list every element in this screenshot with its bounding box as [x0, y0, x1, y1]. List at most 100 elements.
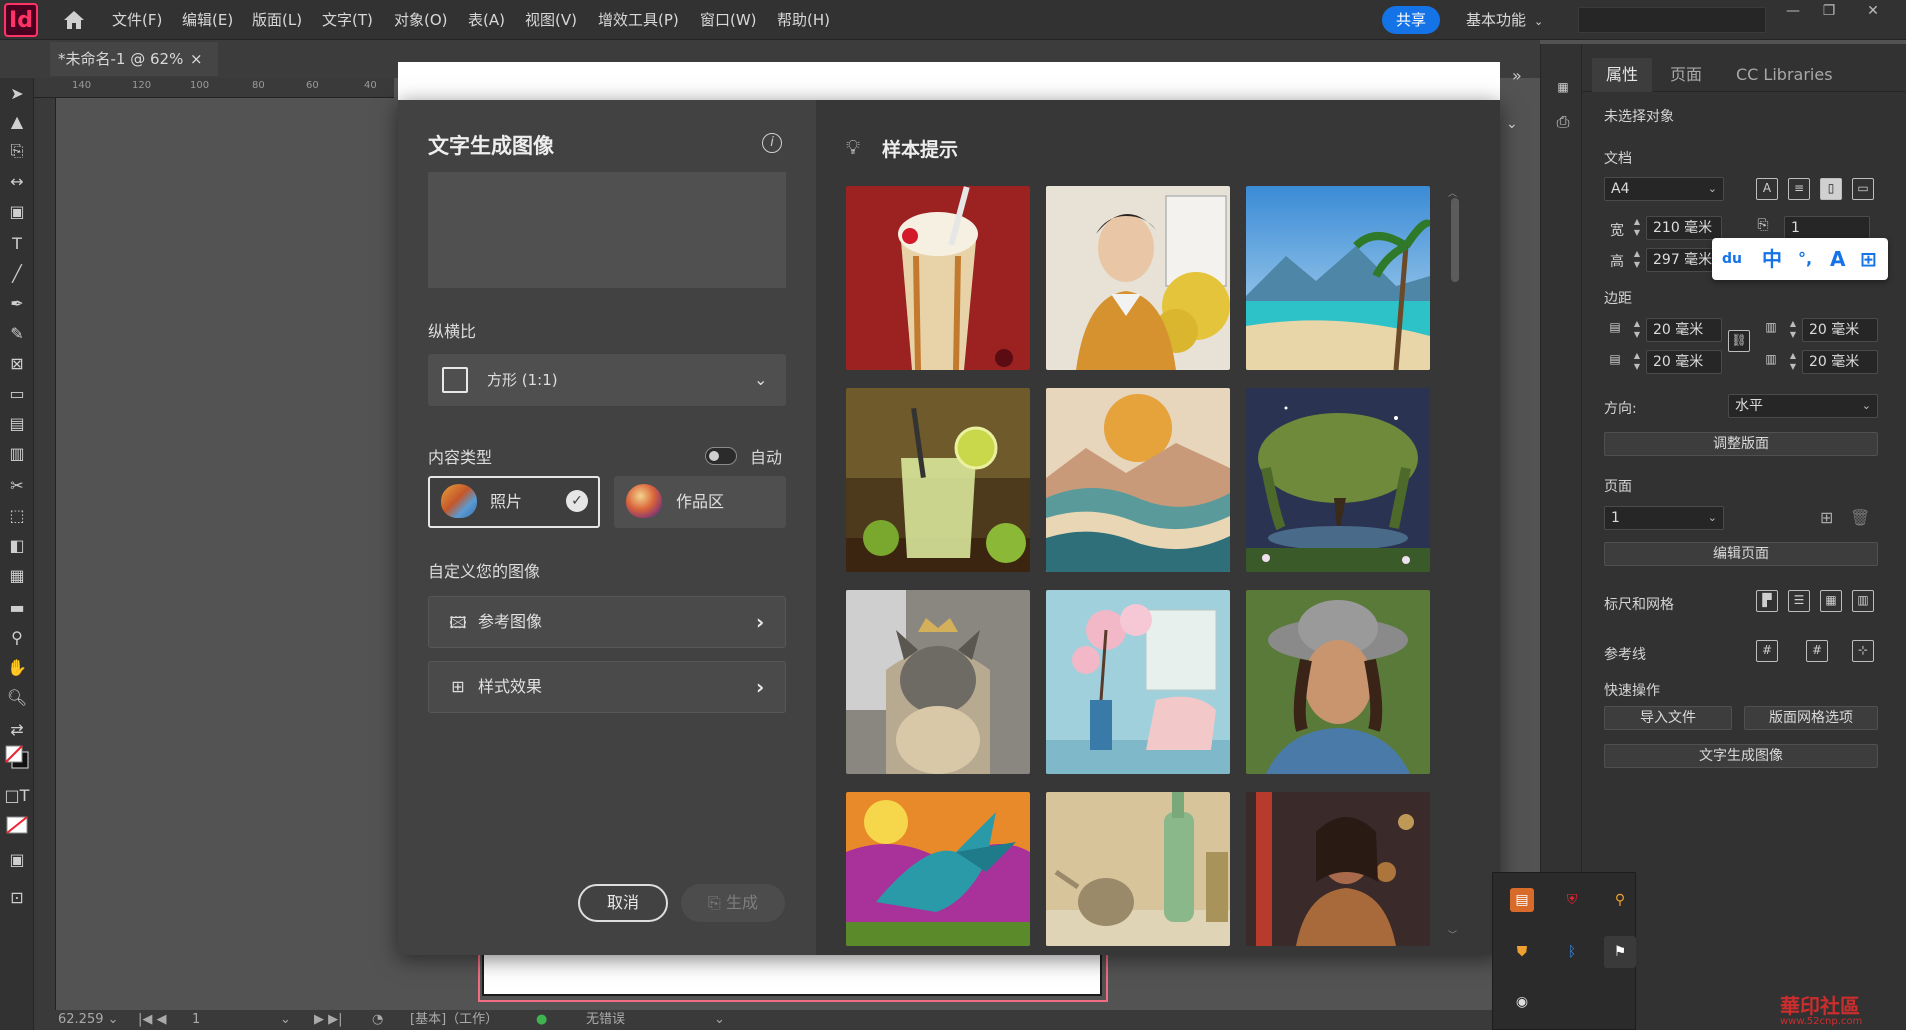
- tray-app-icon[interactable]: ▤: [1510, 888, 1534, 912]
- double-chevron-right-icon[interactable]: »: [1512, 66, 1522, 85]
- apply-none-icon[interactable]: [4, 812, 30, 838]
- frame-grid-icon[interactable]: ▤: [4, 410, 30, 436]
- adjust-layout-button[interactable]: 调整版面: [1604, 432, 1878, 456]
- sample-sunset-waves[interactable]: [1046, 388, 1230, 572]
- sample-dragon[interactable]: [846, 792, 1030, 946]
- menu-help[interactable]: 帮助(H): [777, 0, 830, 40]
- baseline-grid-icon[interactable]: ☰: [1788, 590, 1810, 612]
- close-icon[interactable]: ✕: [1856, 0, 1890, 22]
- rectangle-tool-icon[interactable]: ▭: [4, 380, 30, 406]
- eyedropper-tool-icon[interactable]: ⚲: [4, 624, 30, 650]
- delete-page-icon[interactable]: 🗑︎: [1850, 508, 1870, 527]
- facing-pages-icon[interactable]: ⎘: [1752, 216, 1774, 238]
- tab-close-icon[interactable]: ×: [190, 42, 203, 76]
- search-input[interactable]: [1578, 7, 1766, 33]
- tray-network-icon[interactable]: ◉: [1510, 990, 1534, 1014]
- share-button[interactable]: 共享: [1382, 6, 1440, 34]
- swap-colors-icon[interactable]: ⇄: [4, 716, 30, 742]
- add-page-icon[interactable]: ⊞: [1820, 508, 1833, 527]
- tab-pages[interactable]: 页面: [1670, 58, 1702, 92]
- bluetooth-icon[interactable]: ᛒ: [1560, 940, 1584, 964]
- cancel-button[interactable]: 取消: [578, 884, 668, 922]
- free-transform-tool-icon[interactable]: ⬚: [4, 502, 30, 528]
- gradient-feather-icon[interactable]: ▦: [4, 562, 30, 588]
- menu-edit[interactable]: 编辑(E): [182, 0, 233, 40]
- layout-grid-options-button[interactable]: 版面网格选项: [1744, 706, 1878, 730]
- aspect-ratio-select[interactable]: [428, 354, 786, 406]
- tab-properties[interactable]: 属性: [1592, 58, 1652, 92]
- margin-right-field[interactable]: 20 毫米: [1802, 350, 1878, 374]
- edit-page-button[interactable]: 编辑页面: [1604, 542, 1878, 566]
- minimize-icon[interactable]: —: [1776, 0, 1810, 22]
- menu-layout[interactable]: 版面(L): [252, 0, 302, 40]
- ime-punctuation-icon[interactable]: °,: [1798, 238, 1812, 280]
- formatting-container-icon[interactable]: □T: [4, 782, 30, 808]
- tray-security-icon[interactable]: ⛨: [1560, 888, 1584, 912]
- scissors-tool-icon[interactable]: ✂: [4, 472, 30, 498]
- hand-tool-icon[interactable]: ✋: [4, 654, 30, 680]
- scroll-up-icon[interactable]: ︿: [1448, 186, 1457, 199]
- ime-menu-icon[interactable]: ⊞: [1860, 238, 1877, 280]
- note-tool-icon[interactable]: ▬: [4, 594, 30, 620]
- gap-tool-icon[interactable]: ↔: [4, 168, 30, 194]
- chevron-down-icon[interactable]: ⌄: [1506, 116, 1518, 132]
- height-stepper[interactable]: ▲ ▼: [1630, 248, 1644, 272]
- sample-milkshake[interactable]: [846, 186, 1030, 370]
- margin-bottom-field[interactable]: 20 毫米: [1646, 350, 1722, 374]
- tab-cc-libraries[interactable]: CC Libraries: [1736, 58, 1833, 92]
- fill-stroke-icon[interactable]: [4, 744, 30, 770]
- menu-view[interactable]: 视图(V): [525, 0, 577, 40]
- pen-tool-icon[interactable]: ✒: [4, 290, 30, 316]
- page-size-select[interactable]: A4 ⌄: [1604, 177, 1724, 201]
- prompt-input[interactable]: [428, 172, 786, 288]
- screen-mode-icon[interactable]: ▣: [4, 846, 30, 872]
- pages-panel-icon[interactable]: ▦: [1552, 78, 1574, 100]
- link-margins-icon[interactable]: ⛓: [1728, 330, 1750, 352]
- sample-bridge-portrait[interactable]: [1246, 792, 1430, 946]
- type-tool-icon[interactable]: T: [4, 230, 30, 256]
- menu-type[interactable]: 文字(T): [322, 0, 373, 40]
- margin-left-stepper[interactable]: ▲ ▼: [1786, 318, 1800, 342]
- smart-guides-icon[interactable]: ⊹: [1852, 640, 1874, 662]
- zoom-tool-icon[interactable]: 🔍︎: [4, 684, 30, 710]
- layout-grid-icon[interactable]: ▥: [1852, 590, 1874, 612]
- lock-guides-icon[interactable]: #: [1806, 640, 1828, 662]
- next-page-icon[interactable]: ▶ ▶|: [314, 1010, 343, 1030]
- menu-file[interactable]: 文件(F): [112, 0, 162, 40]
- margin-bottom-stepper[interactable]: ▲ ▼: [1630, 350, 1644, 374]
- content-collector-icon[interactable]: ▣: [4, 198, 30, 224]
- guides-icon[interactable]: #: [1756, 640, 1778, 662]
- scroll-down-icon[interactable]: ﹀: [1448, 928, 1457, 941]
- width-field[interactable]: 210 毫米: [1646, 216, 1722, 240]
- generate-button[interactable]: ⎘ 生成: [681, 884, 785, 922]
- page-select[interactable]: 1 ⌄: [1604, 506, 1724, 530]
- tray-bookmark-icon[interactable]: ⚑: [1604, 936, 1636, 968]
- sample-portrait-illustration[interactable]: [1046, 186, 1230, 370]
- width-stepper[interactable]: ▲ ▼: [1630, 216, 1644, 240]
- orientation-select[interactable]: 水平 ⌄: [1728, 394, 1878, 418]
- zoom-level[interactable]: 62.259 ⌄: [58, 1010, 119, 1030]
- margin-top-field[interactable]: 20 毫米: [1646, 318, 1722, 342]
- properties-panel-icon[interactable]: ⎙: [1552, 112, 1574, 134]
- document-page[interactable]: [482, 950, 1102, 996]
- sample-willow-tree[interactable]: [1246, 388, 1430, 572]
- sample-woman-hat[interactable]: [1246, 590, 1430, 774]
- text-to-image-button[interactable]: 文字生成图像: [1604, 744, 1878, 768]
- sample-royal-bulldog[interactable]: [846, 590, 1030, 774]
- rectangle-frame-tool-icon[interactable]: ⊠: [4, 350, 30, 376]
- ime-chinese-icon[interactable]: 中: [1762, 238, 1782, 280]
- save-preset-icon[interactable]: ≡: [1788, 178, 1810, 200]
- line-tool-icon[interactable]: ╱: [4, 260, 30, 286]
- ime-keyboard-icon[interactable]: A: [1830, 238, 1845, 280]
- pencil-tool-icon[interactable]: ✎: [4, 320, 30, 346]
- vertical-grid-icon[interactable]: ▥: [4, 440, 30, 466]
- chevron-down-icon[interactable]: ⌄: [714, 1010, 725, 1030]
- direct-selection-tool-icon[interactable]: ▲: [4, 108, 30, 134]
- restore-icon[interactable]: ❐: [1812, 0, 1846, 22]
- info-icon[interactable]: i: [762, 133, 782, 153]
- sample-blossom-room[interactable]: [1046, 590, 1230, 774]
- import-file-button[interactable]: 导入文件: [1604, 706, 1732, 730]
- landscape-orientation-icon[interactable]: ▭: [1852, 178, 1874, 200]
- ruler-icon[interactable]: ▛: [1756, 590, 1778, 612]
- menu-table[interactable]: 表(A): [468, 0, 505, 40]
